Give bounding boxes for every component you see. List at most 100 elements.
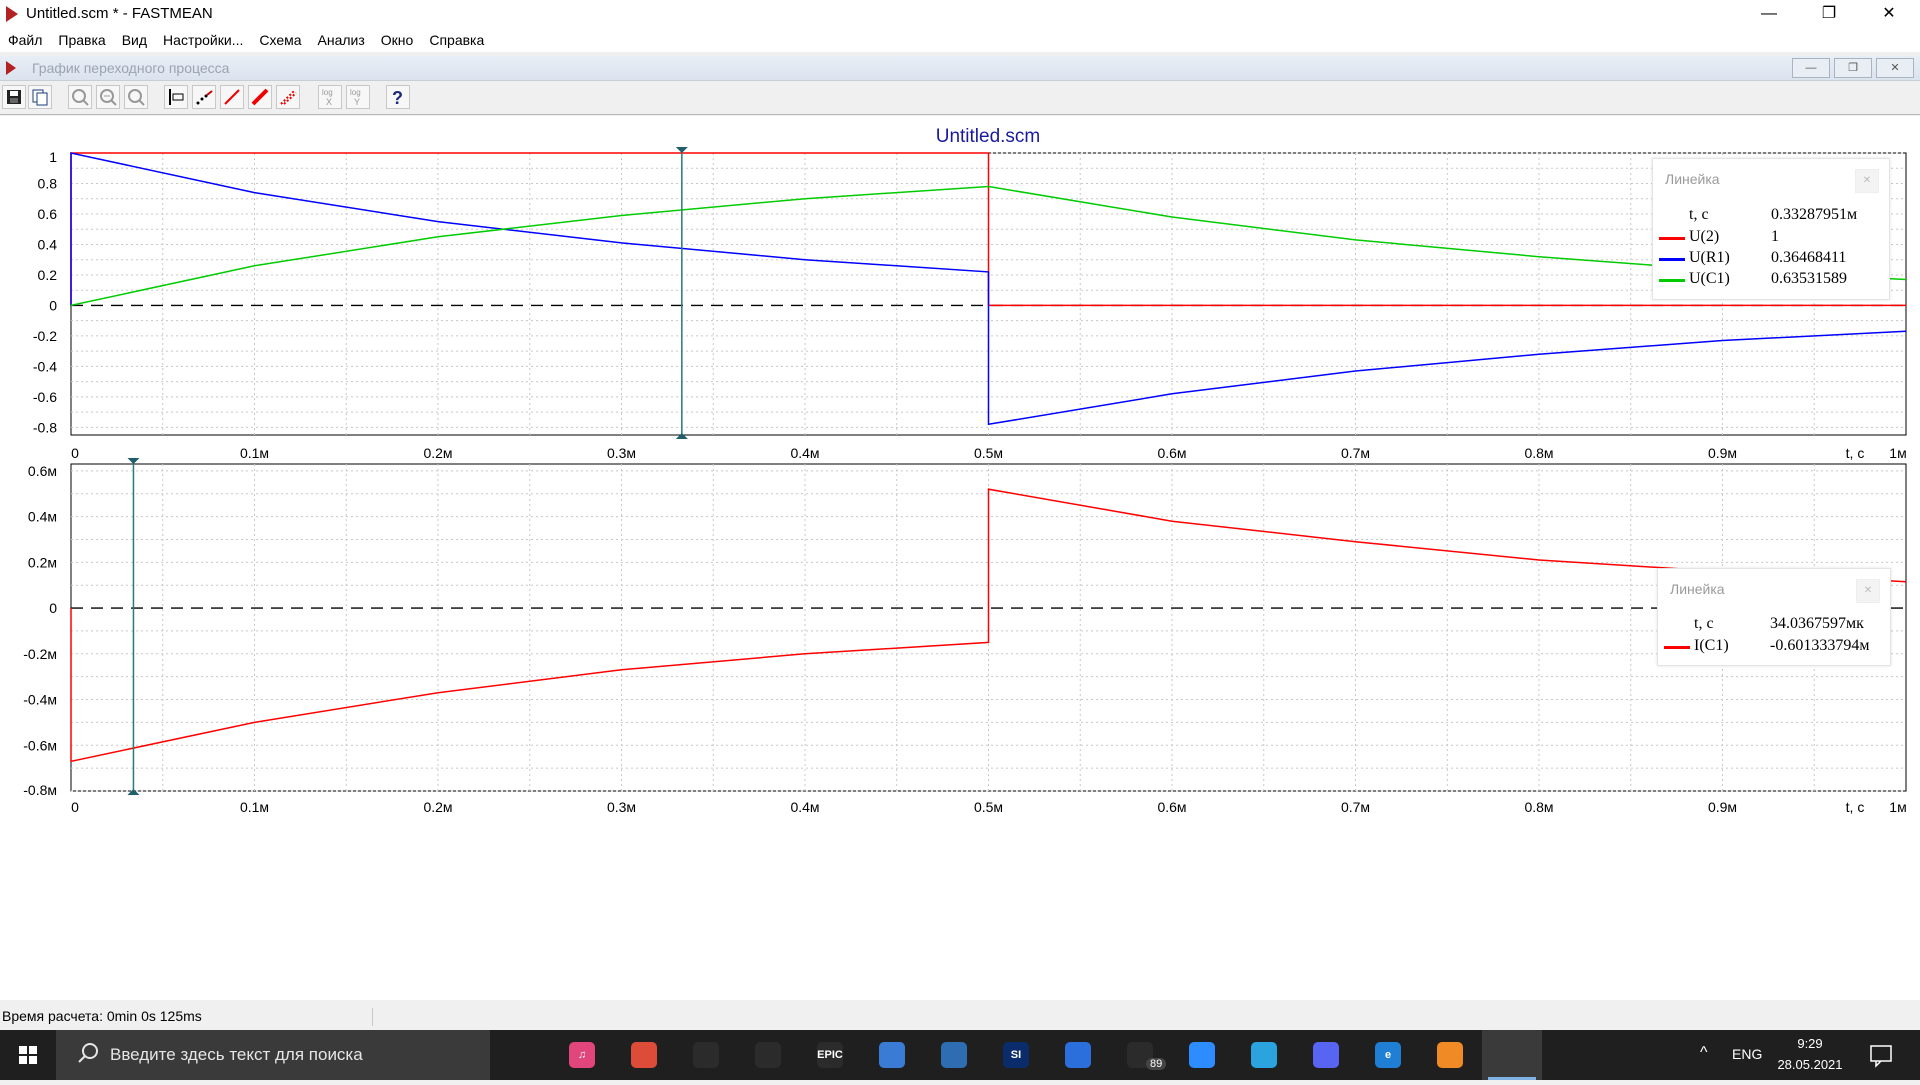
y-tick-label: -0.6м bbox=[23, 737, 57, 753]
taskbar-app-unity[interactable] bbox=[738, 1030, 798, 1080]
thick-line-icon[interactable] bbox=[248, 85, 272, 109]
si-game-icon: SI bbox=[1003, 1042, 1029, 1068]
ruler-title: Линейка bbox=[1665, 171, 1720, 187]
title-bar: Untitled.scm * - FASTMEAN — ❐ ✕ bbox=[0, 0, 1920, 28]
ruler-close-button[interactable]: ✕ bbox=[1855, 169, 1879, 193]
cursor-handle-top bbox=[127, 458, 140, 464]
menu-settings[interactable]: Настройки... bbox=[155, 28, 251, 52]
ruler-time-value: 34.0367597мк bbox=[1770, 615, 1864, 632]
ruler-panel-top[interactable]: Линейка ✕ t, c 0.33287951м U(2) 1 U(R1) … bbox=[1652, 158, 1890, 300]
ruler-series-value: -0.601333794м bbox=[1770, 637, 1870, 654]
fl-studio-icon bbox=[1437, 1042, 1463, 1068]
zoom-icon[interactable] bbox=[68, 85, 92, 109]
taskbar-app-chrome[interactable] bbox=[614, 1030, 674, 1080]
menu-scheme[interactable]: Схема bbox=[251, 28, 309, 52]
ruler-row: U(2) 1 bbox=[1653, 228, 1889, 248]
menu-view[interactable]: Вид bbox=[114, 28, 155, 52]
ruler-row-time: t, c 0.33287951м bbox=[1653, 206, 1889, 226]
menu-edit[interactable]: Правка bbox=[50, 28, 113, 52]
menu-analysis[interactable]: Анализ bbox=[310, 28, 373, 52]
marker-icon[interactable] bbox=[164, 85, 188, 109]
x-tick-label: 0.9м bbox=[1708, 799, 1737, 815]
grid-line-icon[interactable] bbox=[276, 85, 300, 109]
itunes-icon: ♫ bbox=[569, 1042, 595, 1068]
taskbar-app-app-blue-2[interactable] bbox=[924, 1030, 984, 1080]
points-icon[interactable] bbox=[192, 85, 216, 109]
y-tick-label: 0.2м bbox=[28, 554, 57, 570]
y-tick-label: -0.2 bbox=[33, 328, 57, 344]
help-icon[interactable]: ? bbox=[386, 85, 410, 109]
x-tick-label: 0.5м bbox=[974, 799, 1003, 815]
tray-language[interactable]: ENG bbox=[1732, 1046, 1762, 1062]
svg-text:?: ? bbox=[392, 88, 403, 108]
save-icon[interactable] bbox=[2, 85, 26, 109]
epic-games-icon: EPIC bbox=[817, 1042, 843, 1068]
discord-icon bbox=[1313, 1042, 1339, 1068]
ruler-close-button[interactable]: ✕ bbox=[1856, 579, 1880, 603]
taskbar-app-si-game[interactable]: SI bbox=[986, 1030, 1046, 1080]
log-x-icon[interactable]: log X bbox=[318, 85, 342, 109]
log-y-icon[interactable]: log Y bbox=[346, 85, 370, 109]
y-tick-label: 0.6 bbox=[38, 206, 58, 222]
copy-icon[interactable] bbox=[28, 85, 52, 109]
child-close-button[interactable]: ✕ bbox=[1876, 58, 1914, 78]
menu-file[interactable]: Файл bbox=[0, 28, 50, 52]
y-tick-label: -0.8 bbox=[33, 419, 57, 435]
taskbar-app-task-view[interactable] bbox=[490, 1030, 550, 1080]
child-minimize-button[interactable]: — bbox=[1792, 58, 1830, 78]
menu-bar: Файл Правка Вид Настройки... Схема Анализ Окно… bbox=[0, 28, 1920, 52]
minimize-button[interactable]: — bbox=[1746, 0, 1792, 28]
taskbar-app-xbox[interactable] bbox=[676, 1030, 736, 1080]
start-button[interactable] bbox=[0, 1030, 56, 1080]
ruler-row: U(R1) 0.36468411 bbox=[1653, 249, 1889, 269]
restore-button[interactable]: ❐ bbox=[1806, 0, 1852, 28]
search-icon bbox=[78, 1043, 98, 1063]
ruler-series-name: U(2) bbox=[1689, 228, 1720, 245]
ruler-row-time: t, c 34.0367597мк bbox=[1658, 615, 1890, 635]
taskbar-app-discord[interactable] bbox=[1296, 1030, 1356, 1080]
calc-time-status: Время расчета: 0min 0s 125ms bbox=[2, 1008, 373, 1026]
taskbar-app-app-doc[interactable] bbox=[1048, 1030, 1108, 1080]
x-tick-label: 0.2м bbox=[423, 799, 452, 815]
edge-icon: e bbox=[1375, 1042, 1401, 1068]
taskbar-app-edge[interactable]: e bbox=[1358, 1030, 1418, 1080]
x-tick-label: 0.1м bbox=[240, 445, 269, 461]
taskbar-app-telegram[interactable] bbox=[1234, 1030, 1294, 1080]
zoom-out-icon[interactable] bbox=[124, 85, 148, 109]
menu-window[interactable]: Окно bbox=[373, 28, 422, 52]
taskbar-app-mail[interactable]: 89 bbox=[1110, 1030, 1170, 1080]
child-restore-button[interactable]: ❐ bbox=[1834, 58, 1872, 78]
taskbar-app-zoom[interactable] bbox=[1172, 1030, 1232, 1080]
ruler-series-name: U(C1) bbox=[1689, 270, 1730, 287]
tray-chevron-icon[interactable]: ^ bbox=[1700, 1044, 1708, 1062]
taskbar-app-fastmean[interactable] bbox=[1482, 1030, 1542, 1080]
zoom-in-icon[interactable] bbox=[96, 85, 120, 109]
taskbar-app-fl-studio[interactable] bbox=[1420, 1030, 1480, 1080]
y-tick-label: 0.2 bbox=[38, 267, 58, 283]
tray-time[interactable]: 9:29 bbox=[1772, 1036, 1848, 1051]
x-tick-label: 0.6м bbox=[1157, 445, 1186, 461]
ruler-series-value: 1 bbox=[1771, 228, 1779, 245]
menu-help[interactable]: Справка bbox=[421, 28, 492, 52]
y-tick-label: -0.6 bbox=[33, 389, 57, 405]
app-icon bbox=[6, 6, 18, 22]
plot-canvas[interactable]: Untitled.scm 1 0.8 0.6 0.4 0.2 0 -0.2 -0.4 -0.6 -0… bbox=[0, 116, 1920, 1000]
tray-date[interactable]: 28.05.2021 bbox=[1766, 1057, 1854, 1072]
xbox-icon bbox=[693, 1042, 719, 1068]
line-icon[interactable] bbox=[220, 85, 244, 109]
notifications-icon[interactable] bbox=[1866, 1040, 1896, 1070]
y-tick-label: -0.4 bbox=[33, 358, 57, 374]
ruler-title: Линейка bbox=[1670, 581, 1725, 597]
taskbar-app-app-blue[interactable] bbox=[862, 1030, 922, 1080]
taskbar-search[interactable]: Введите здесь текст для поиска bbox=[56, 1030, 490, 1080]
x-tick-label: 0.3м bbox=[607, 799, 636, 815]
close-button[interactable]: ✕ bbox=[1866, 0, 1912, 28]
ruler-panel-bottom[interactable]: Линейка ✕ t, c 34.0367597мк I(C1) -0.601… bbox=[1657, 568, 1891, 666]
windows-icon bbox=[19, 1046, 37, 1064]
taskbar-app-itunes[interactable]: ♫ bbox=[552, 1030, 612, 1080]
chrome-icon bbox=[631, 1042, 657, 1068]
taskbar-app-epic-games[interactable]: EPIC bbox=[800, 1030, 860, 1080]
window-title: Untitled.scm * - FASTMEAN bbox=[26, 5, 213, 22]
taskbar: Введите здесь текст для поиска ♫ EPIC SI 89… bbox=[0, 1030, 1920, 1080]
x-tick-label: 0 bbox=[71, 799, 79, 815]
